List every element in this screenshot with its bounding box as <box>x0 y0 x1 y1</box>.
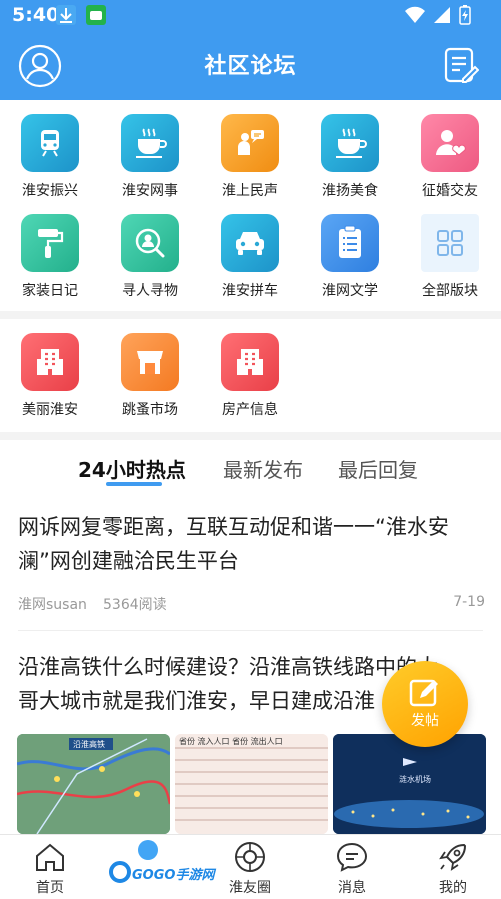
nav-messages[interactable]: 消息 <box>302 835 402 899</box>
aperture-icon <box>235 842 265 872</box>
post-title: 网诉网复零距离，互联互动促和谐一一“淮水安 澜”网创建融洽民生平台 <box>18 510 488 578</box>
car-icon <box>221 214 279 272</box>
info-section-grid: 美丽淮安 跳蚤市场 房产信息 <box>0 319 501 419</box>
forum-section-grid: 淮安振兴 淮安网事 淮上民声 淮扬美食 征婚交友 家装日记 寻人寻物 淮安拼车 … <box>0 100 501 300</box>
post-title-line: 网诉网复零距离，互联互动促和谐一一“淮水安 <box>18 515 449 539</box>
active-tab-indicator <box>106 482 162 486</box>
forum-item-meili-huaian[interactable]: 美丽淮安 <box>0 319 100 419</box>
chat-bubble-icon <box>336 842 368 872</box>
coffee-icon <box>121 114 179 172</box>
nav-label: 首页 <box>36 880 64 896</box>
post-title-line: 澜”网创建融洽民生平台 <box>18 549 239 573</box>
post-reads: 5364阅读 <box>103 597 167 613</box>
post-fab-button[interactable]: 发帖 <box>382 661 468 747</box>
thumbnail-caption: 涟水机场 <box>399 775 431 784</box>
forum-label: 淮安网事 <box>122 183 178 199</box>
post-thumbnail-map: 沿淮高铁 <box>17 734 170 834</box>
top-bar: 5:40 社区论坛 <box>0 0 501 100</box>
tab-last-reply[interactable]: 最后回复 <box>338 454 418 483</box>
forum-item-huaishang-minsheng[interactable]: 淮上民声 <box>200 100 300 200</box>
feed-tabs: 24小时热点 最新发布 最后回复 <box>0 448 501 488</box>
nav-label: 消息 <box>338 880 366 896</box>
forum-label: 家装日记 <box>22 283 78 299</box>
forum-label: 淮安拼车 <box>222 283 278 299</box>
forum-item-huaian-pinche[interactable]: 淮安拼车 <box>200 200 300 300</box>
forum-item-fangchan-xinxi[interactable]: 房产信息 <box>200 319 300 419</box>
nav-mine[interactable]: 我的 <box>403 835 501 899</box>
grid-icon <box>421 214 479 272</box>
post-thumbnail-airport: 涟水机场 <box>333 734 486 834</box>
post-date: 7-19 <box>453 594 485 610</box>
forum-label: 淮网文学 <box>322 283 378 299</box>
nav-label: 我的 <box>439 880 467 896</box>
forum-item-all-sections[interactable]: 全部版块 <box>400 200 500 300</box>
forum-item-huaian-wangshi[interactable]: 淮安网事 <box>100 100 200 200</box>
wifi-icon <box>405 6 425 23</box>
post-divider <box>18 630 483 631</box>
forum-label: 淮扬美食 <box>322 183 378 199</box>
forum-label: 美丽淮安 <box>22 402 78 418</box>
tab-24h-hot[interactable]: 24小时热点 <box>78 454 186 483</box>
document-icon <box>321 214 379 272</box>
post-author: 淮网susan <box>18 597 87 613</box>
edit-document-icon <box>444 47 480 83</box>
status-bar: 5:40 <box>0 0 501 32</box>
watermark-text: GOGO手游网 <box>132 868 215 883</box>
forum-label: 房产信息 <box>222 402 278 418</box>
new-post-button[interactable] <box>443 46 480 86</box>
fab-label: 发帖 <box>411 713 439 729</box>
search-person-icon <box>121 214 179 272</box>
forum-label: 寻人寻物 <box>122 283 178 299</box>
coffee-icon <box>321 114 379 172</box>
forum-item-huaiyang-meishi[interactable]: 淮扬美食 <box>300 100 400 200</box>
watermark-logo: GOGO手游网 <box>108 838 218 890</box>
section-divider <box>0 311 501 319</box>
forum-item-zhenghun-jiaoyou[interactable]: 征婚交友 <box>400 100 500 200</box>
thumbnail-caption: 沿淮高铁 <box>73 740 105 749</box>
thumbnail-caption: 省份 流入人口 省份 流出人口 <box>179 737 283 746</box>
train-icon <box>21 114 79 172</box>
rocket-icon <box>439 843 467 871</box>
post-thumbnail-table: 省份 流入人口 省份 流出人口 <box>175 734 328 834</box>
forum-item-jiazhuang-riji[interactable]: 家装日记 <box>0 200 100 300</box>
forum-item-huaian-zhenxing[interactable]: 淮安振兴 <box>0 100 100 200</box>
bottom-navigation: 首页 淮友圈 消息 我的 <box>0 834 501 899</box>
nav-label: 淮友圈 <box>229 880 271 896</box>
paint-roller-icon <box>21 214 79 272</box>
forum-item-huaiwang-wenxue[interactable]: 淮网文学 <box>300 200 400 300</box>
forum-label: 淮安振兴 <box>22 183 78 199</box>
status-time: 5:40 <box>12 4 60 26</box>
section-divider <box>0 432 501 440</box>
signal-icon <box>434 7 450 23</box>
shop-icon <box>121 333 179 391</box>
forum-label: 淮上民声 <box>222 183 278 199</box>
page-title: 社区论坛 <box>204 54 297 79</box>
speaker-icon <box>221 114 279 172</box>
building-icon <box>221 333 279 391</box>
battery-icon <box>459 5 471 25</box>
home-icon <box>36 843 64 871</box>
heart-person-icon <box>421 114 479 172</box>
tab-latest[interactable]: 最新发布 <box>223 454 303 483</box>
forum-label: 全部版块 <box>422 283 478 299</box>
app-notification-icon <box>86 5 106 25</box>
forum-item-tiaozao-shichang[interactable]: 跳蚤市场 <box>100 319 200 419</box>
nav-home[interactable]: 首页 <box>0 835 100 899</box>
building-icon <box>21 333 79 391</box>
forum-label: 征婚交友 <box>422 183 478 199</box>
edit-icon <box>409 679 438 707</box>
forum-item-xunren-xunwu[interactable]: 寻人寻物 <box>100 200 200 300</box>
forum-label: 跳蚤市场 <box>122 402 178 418</box>
download-notification-icon <box>56 5 76 25</box>
